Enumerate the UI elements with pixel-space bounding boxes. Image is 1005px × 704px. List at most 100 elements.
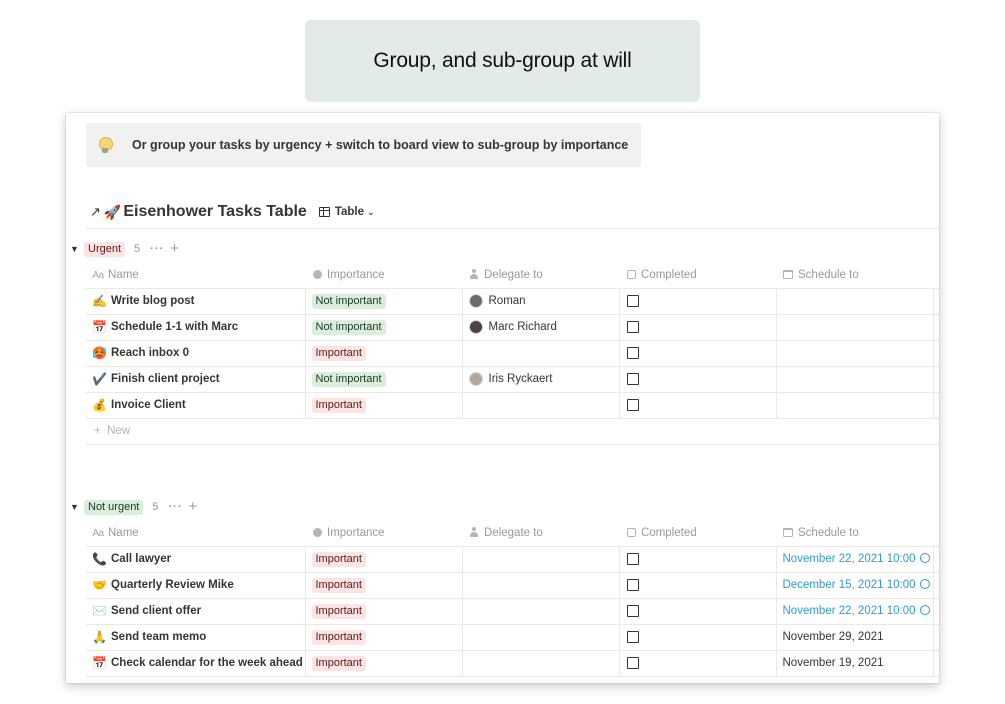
collapse-toggle-icon[interactable]: ▼ [70,244,84,254]
table-row[interactable]: 📞 Call lawyer Important November 22, 2021… [86,546,939,573]
task-name[interactable]: Write blog post [111,295,194,307]
table-row[interactable]: 📅 Schedule 1-1 with Marc Not important Ma… [86,314,939,341]
table-row[interactable]: 💰 Invoice Client Important [86,392,939,419]
completed-checkbox[interactable] [626,552,639,565]
table-row[interactable]: ✍️ Write blog post Not important Roman [86,288,939,315]
schedule-cell[interactable]: November 19, 2021 [776,650,934,677]
schedule-cell[interactable]: November 29, 2021 [776,624,934,651]
group-header: ▼ Not urgent 5 ··· + [70,497,197,517]
linked-database-arrow-icon: ↗ [90,204,101,219]
schedule-cell[interactable]: November 22, 2021 10:00 [776,598,934,625]
importance-tag[interactable]: Not important [311,371,386,387]
completed-checkbox[interactable] [626,656,639,669]
delegate-cell[interactable] [462,598,620,625]
select-property-icon [311,527,323,539]
importance-tag[interactable]: Important [311,345,366,361]
importance-tag[interactable]: Important [311,655,366,671]
rocket-icon: 🚀 [103,203,122,220]
more-options-icon[interactable]: ··· [169,501,183,513]
table-row[interactable]: 🤝 Quarterly Review Mike Important Decembe… [86,572,939,599]
task-name[interactable]: Send team memo [111,631,206,643]
schedule-cell[interactable] [776,288,934,315]
completed-checkbox[interactable] [626,630,639,643]
group-count: 5 [152,501,159,513]
column-header-completed[interactable]: Completed [619,520,776,547]
column-header-delegate[interactable]: Delegate to [462,262,619,289]
schedule-cell[interactable] [776,340,934,367]
column-label: Name [108,268,139,281]
importance-tag[interactable]: Not important [311,319,386,335]
column-header-name[interactable]: Aa Name [86,262,305,289]
column-header-name[interactable]: Aa Name [86,520,305,547]
column-label: Importance [327,268,385,281]
task-name[interactable]: Send client offer [111,605,201,617]
table-row[interactable]: ✉️ Send client offer Important November 2… [86,598,939,625]
table-row[interactable]: 🥵 Reach inbox 0 Important [86,340,939,367]
collapse-toggle-icon[interactable]: ▼ [70,502,84,512]
task-name[interactable]: Schedule 1-1 with Marc [111,321,238,333]
task-name[interactable]: Invoice Client [111,399,186,411]
column-header-schedule[interactable]: Schedule to [776,262,933,289]
table-row[interactable]: 🙏 Send team memo Important November 29, 2… [86,624,939,651]
folded-hands-icon: 🙏 [92,630,107,644]
headline-banner: Group, and sub-group at will [305,20,700,102]
group-label[interactable]: Urgent [84,241,126,257]
delegate-cell[interactable] [462,650,620,677]
group-count: 5 [134,243,141,255]
importance-tag[interactable]: Important [311,603,366,619]
schedule-cell[interactable] [776,366,934,393]
table-row[interactable]: ✔️ Finish client project Not important Ir… [86,366,939,393]
column-header-schedule[interactable]: Schedule to [776,520,933,547]
completed-checkbox[interactable] [626,372,639,385]
delegate-cell[interactable] [462,340,620,367]
importance-tag[interactable]: Important [311,629,366,645]
checkbox-property-icon [625,269,637,281]
importance-tag[interactable]: Important [311,577,366,593]
table-row[interactable]: 📅 Check calendar for the week ahead Impor… [86,650,939,677]
delegate-cell[interactable]: Iris Ryckaert [462,366,620,393]
schedule-cell[interactable]: November 22, 2021 10:00 [776,546,934,573]
schedule-cell[interactable] [776,314,934,341]
task-name[interactable]: Quarterly Review Mike [111,579,234,591]
completed-checkbox[interactable] [626,346,639,359]
schedule-cell[interactable] [776,392,934,419]
database-title[interactable]: Eisenhower Tasks Table [123,203,306,221]
group-label[interactable]: Not urgent [84,499,144,515]
column-label: Importance [327,526,385,539]
importance-tag[interactable]: Important [311,397,366,413]
completed-checkbox[interactable] [626,294,639,307]
new-row-button[interactable]: + New [86,418,939,445]
chevron-down-icon: ⌄ [367,206,375,217]
task-name[interactable]: Finish client project [111,373,220,385]
add-icon[interactable]: + [170,241,179,256]
delegate-cell[interactable] [462,392,620,419]
completed-checkbox[interactable] [626,398,639,411]
column-header-importance[interactable]: Importance [305,520,462,547]
person-property-icon [468,526,480,539]
task-name[interactable]: Reach inbox 0 [111,347,189,359]
task-name[interactable]: Check calendar for the week ahead [111,657,303,669]
delegate-cell[interactable] [462,624,620,651]
column-header-completed[interactable]: Completed [619,262,776,289]
importance-tag[interactable]: Not important [311,293,386,309]
completed-checkbox[interactable] [626,578,639,591]
task-name[interactable]: Call lawyer [111,553,171,565]
delegate-name: Marc Richard [488,321,557,334]
schedule-date: December 15, 2021 10:00 [782,579,916,591]
view-switcher[interactable]: Table ⌄ [318,206,375,218]
envelope-icon: ✉️ [92,604,107,618]
callout-block[interactable]: Or group your tasks by urgency + switch … [86,123,641,167]
delegate-cell[interactable]: Roman [462,288,620,315]
column-header-importance[interactable]: Importance [305,262,462,289]
delegate-cell[interactable]: Marc Richard [462,314,620,341]
more-options-icon[interactable]: ··· [150,243,164,255]
schedule-cell[interactable]: December 15, 2021 10:00 [776,572,934,599]
lightbulb-icon [98,136,113,154]
completed-checkbox[interactable] [626,604,639,617]
column-header-delegate[interactable]: Delegate to [462,520,619,547]
importance-tag[interactable]: Important [311,551,366,567]
completed-checkbox[interactable] [626,320,639,333]
delegate-cell[interactable] [462,572,620,599]
add-icon[interactable]: + [189,499,198,514]
delegate-cell[interactable] [462,546,620,573]
